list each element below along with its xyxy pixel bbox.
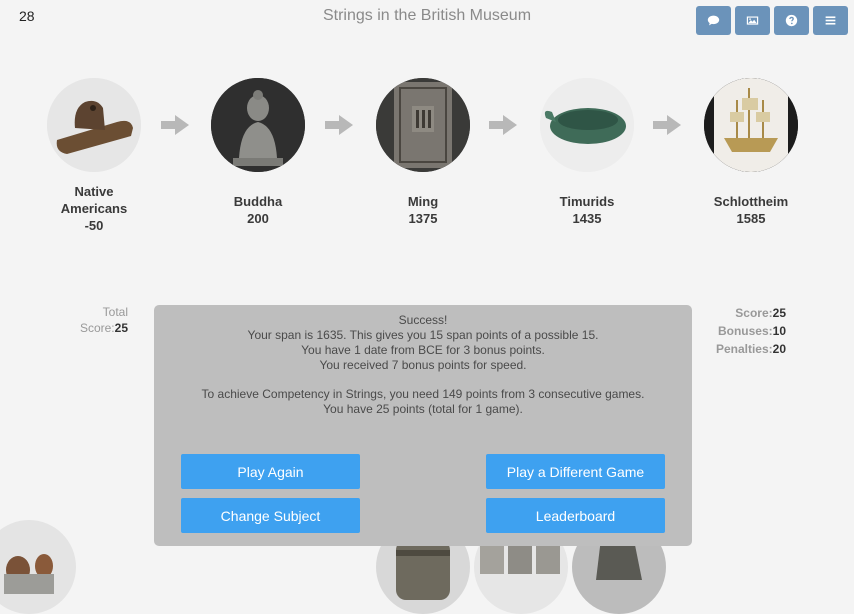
card-year: 1435 bbox=[572, 211, 602, 226]
artifact-image bbox=[47, 78, 141, 172]
comment-button[interactable] bbox=[696, 6, 731, 35]
play-again-button[interactable]: Play Again bbox=[181, 454, 360, 489]
score-label: Score: bbox=[79, 321, 115, 335]
card-name: Timurids bbox=[559, 194, 615, 209]
toolbar bbox=[696, 6, 848, 35]
play-different-game-button[interactable]: Play a Different Game bbox=[486, 454, 665, 489]
card-name: Schlottheim bbox=[713, 194, 789, 209]
penalties-value: 20 bbox=[772, 342, 786, 356]
result-message: Success! Your span is 1635. This gives y… bbox=[154, 305, 692, 417]
penalties-label: Penalties: bbox=[715, 342, 773, 356]
total-score: Total Score:25 bbox=[60, 304, 128, 336]
total-label: Total bbox=[102, 305, 128, 319]
artifact-image bbox=[211, 78, 305, 172]
score-value: 25 bbox=[772, 306, 786, 320]
change-subject-button[interactable]: Change Subject bbox=[181, 498, 360, 533]
image-icon bbox=[746, 16, 759, 25]
result-line: You have 25 points (total for 1 game). bbox=[323, 402, 523, 416]
menu-icon bbox=[825, 16, 836, 25]
top-bar: 28 Strings in the British Museum bbox=[0, 0, 854, 40]
timeline: Native Americans -50 Buddha 200 Ming 137… bbox=[0, 78, 854, 248]
timeline-card-buddha[interactable]: Buddha 200 bbox=[198, 78, 318, 227]
card-name: Native bbox=[74, 184, 114, 199]
card-year: -50 bbox=[84, 218, 104, 233]
card-name: Americans bbox=[60, 201, 128, 216]
bonuses-value: 10 bbox=[772, 324, 786, 338]
score-label: Score: bbox=[735, 306, 773, 320]
bonuses-label: Bonuses: bbox=[717, 324, 773, 338]
comment-icon bbox=[707, 15, 720, 26]
help-button[interactable] bbox=[774, 6, 809, 35]
timeline-card-native-americans[interactable]: Native Americans -50 bbox=[34, 78, 154, 234]
card-year: 1375 bbox=[408, 211, 438, 226]
result-title: Success! bbox=[398, 313, 448, 327]
card-name: Buddha bbox=[233, 194, 283, 209]
card-year: 200 bbox=[247, 211, 269, 226]
artifact-image bbox=[704, 78, 798, 172]
result-line: You have 1 date from BCE for 3 bonus poi… bbox=[301, 343, 545, 357]
arrow-right-icon bbox=[161, 114, 189, 141]
artifact-image bbox=[540, 78, 634, 172]
timeline-card-ming[interactable]: Ming 1375 bbox=[363, 78, 483, 227]
timeline-card-schlottheim[interactable]: Schlottheim 1585 bbox=[691, 78, 811, 227]
result-dialog: Success! Your span is 1635. This gives y… bbox=[154, 305, 692, 546]
arrow-right-icon bbox=[489, 114, 517, 141]
card-year: 1585 bbox=[736, 211, 766, 226]
image-button[interactable] bbox=[735, 6, 770, 35]
arrow-right-icon bbox=[325, 114, 353, 141]
score-breakdown: Score:25 Bonuses:10 Penalties:20 bbox=[700, 304, 786, 358]
result-line: To achieve Competency in Strings, you ne… bbox=[201, 387, 645, 401]
menu-button[interactable] bbox=[813, 6, 848, 35]
leaderboard-button[interactable]: Leaderboard bbox=[486, 498, 665, 533]
card-name: Ming bbox=[407, 194, 439, 209]
arrow-right-icon bbox=[653, 114, 681, 141]
result-line: You received 7 bonus points for speed. bbox=[319, 358, 527, 372]
result-line: Your span is 1635. This gives you 15 spa… bbox=[247, 328, 599, 342]
artifact-image bbox=[376, 78, 470, 172]
total-score-value: 25 bbox=[114, 321, 128, 335]
help-icon bbox=[785, 14, 798, 27]
artifact-thumb[interactable] bbox=[0, 520, 76, 614]
timeline-card-timurids[interactable]: Timurids 1435 bbox=[527, 78, 647, 227]
